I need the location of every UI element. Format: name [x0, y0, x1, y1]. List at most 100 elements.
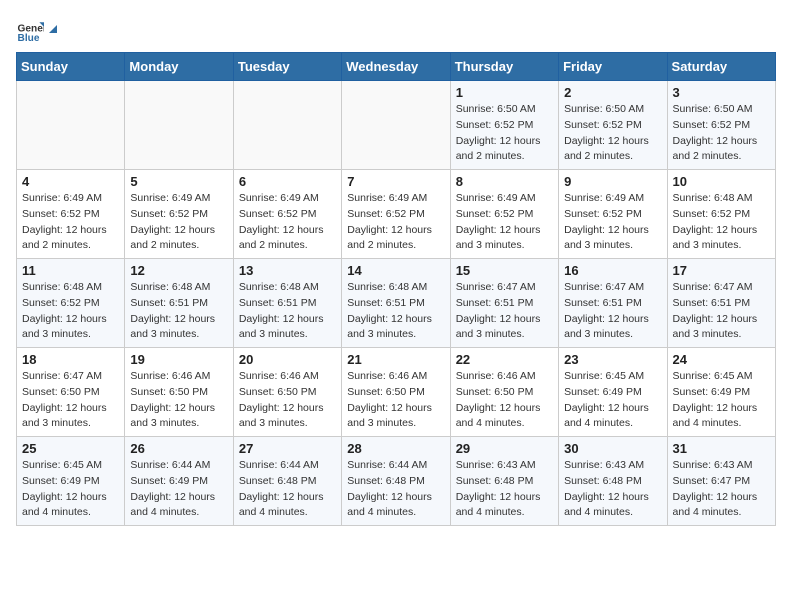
- day-detail: Sunrise: 6:46 AM Sunset: 6:50 PM Dayligh…: [239, 369, 336, 432]
- calendar-cell: [125, 81, 233, 170]
- day-number: 10: [673, 174, 770, 189]
- calendar-cell: 4 Sunrise: 6:49 AM Sunset: 6:52 PM Daylig…: [17, 170, 125, 259]
- day-detail: Sunrise: 6:45 AM Sunset: 6:49 PM Dayligh…: [22, 458, 119, 521]
- header-wednesday: Wednesday: [342, 53, 450, 81]
- header-tuesday: Tuesday: [233, 53, 341, 81]
- day-detail: Sunrise: 6:46 AM Sunset: 6:50 PM Dayligh…: [456, 369, 553, 432]
- calendar-cell: 20 Sunrise: 6:46 AM Sunset: 6:50 PM Dayli…: [233, 348, 341, 437]
- day-number: 31: [673, 441, 770, 456]
- calendar-cell: 8 Sunrise: 6:49 AM Sunset: 6:52 PM Daylig…: [450, 170, 558, 259]
- day-number: 6: [239, 174, 336, 189]
- day-number: 27: [239, 441, 336, 456]
- day-detail: Sunrise: 6:47 AM Sunset: 6:51 PM Dayligh…: [673, 280, 770, 343]
- calendar-cell: 15Sunrise: 6:47 AM Sunset: 6:51 PM Dayli…: [450, 259, 558, 348]
- day-number: 14: [347, 263, 444, 278]
- day-detail: Sunrise: 6:49 AM Sunset: 6:52 PM Dayligh…: [347, 191, 444, 254]
- calendar-cell: 11 Sunrise: 6:48 AM Sunset: 6:52 PM Dayli…: [17, 259, 125, 348]
- calendar-table: SundayMondayTuesdayWednesdayThursdayFrid…: [16, 52, 776, 526]
- page-header: General Blue: [16, 16, 776, 44]
- day-number: 19: [130, 352, 227, 367]
- day-number: 2: [564, 85, 661, 100]
- day-detail: Sunrise: 6:49 AM Sunset: 6:52 PM Dayligh…: [130, 191, 227, 254]
- calendar-week-5: 25 Sunrise: 6:45 AM Sunset: 6:49 PM Dayli…: [17, 437, 776, 526]
- day-detail: Sunrise: 6:48 AM Sunset: 6:51 PM Dayligh…: [130, 280, 227, 343]
- day-detail: Sunrise: 6:47 AM Sunset: 6:51 PM Dayligh…: [564, 280, 661, 343]
- calendar-cell: 27Sunrise: 6:44 AM Sunset: 6:48 PM Dayli…: [233, 437, 341, 526]
- calendar-cell: 31 Sunrise: 6:43 AM Sunset: 6:47 PM Dayli…: [667, 437, 775, 526]
- calendar-cell: 18Sunrise: 6:47 AM Sunset: 6:50 PM Dayli…: [17, 348, 125, 437]
- calendar-cell: 5 Sunrise: 6:49 AM Sunset: 6:52 PM Daylig…: [125, 170, 233, 259]
- day-detail: Sunrise: 6:49 AM Sunset: 6:52 PM Dayligh…: [22, 191, 119, 254]
- day-detail: Sunrise: 6:48 AM Sunset: 6:52 PM Dayligh…: [673, 191, 770, 254]
- logo-triangle: [49, 25, 57, 33]
- calendar-cell: 6 Sunrise: 6:49 AM Sunset: 6:52 PM Daylig…: [233, 170, 341, 259]
- day-detail: Sunrise: 6:45 AM Sunset: 6:49 PM Dayligh…: [673, 369, 770, 432]
- day-number: 5: [130, 174, 227, 189]
- day-detail: Sunrise: 6:47 AM Sunset: 6:50 PM Dayligh…: [22, 369, 119, 432]
- calendar-cell: 1Sunrise: 6:50 AM Sunset: 6:52 PM Daylig…: [450, 81, 558, 170]
- day-detail: Sunrise: 6:46 AM Sunset: 6:50 PM Dayligh…: [347, 369, 444, 432]
- day-number: 20: [239, 352, 336, 367]
- day-detail: Sunrise: 6:43 AM Sunset: 6:47 PM Dayligh…: [673, 458, 770, 521]
- calendar-cell: 12 Sunrise: 6:48 AM Sunset: 6:51 PM Dayli…: [125, 259, 233, 348]
- header-thursday: Thursday: [450, 53, 558, 81]
- header-sunday: Sunday: [17, 53, 125, 81]
- day-number: 9: [564, 174, 661, 189]
- day-number: 3: [673, 85, 770, 100]
- day-number: 13: [239, 263, 336, 278]
- day-number: 17: [673, 263, 770, 278]
- day-number: 23: [564, 352, 661, 367]
- day-number: 4: [22, 174, 119, 189]
- day-detail: Sunrise: 6:45 AM Sunset: 6:49 PM Dayligh…: [564, 369, 661, 432]
- calendar-week-1: 1Sunrise: 6:50 AM Sunset: 6:52 PM Daylig…: [17, 81, 776, 170]
- day-number: 25: [22, 441, 119, 456]
- day-number: 16: [564, 263, 661, 278]
- day-number: 22: [456, 352, 553, 367]
- day-detail: Sunrise: 6:48 AM Sunset: 6:52 PM Dayligh…: [22, 280, 119, 343]
- calendar-cell: 23 Sunrise: 6:45 AM Sunset: 6:49 PM Dayli…: [559, 348, 667, 437]
- day-detail: Sunrise: 6:50 AM Sunset: 6:52 PM Dayligh…: [673, 102, 770, 165]
- day-detail: Sunrise: 6:49 AM Sunset: 6:52 PM Dayligh…: [239, 191, 336, 254]
- calendar-cell: 2Sunrise: 6:50 AM Sunset: 6:52 PM Daylig…: [559, 81, 667, 170]
- day-detail: Sunrise: 6:48 AM Sunset: 6:51 PM Dayligh…: [347, 280, 444, 343]
- calendar-week-2: 4 Sunrise: 6:49 AM Sunset: 6:52 PM Daylig…: [17, 170, 776, 259]
- header-monday: Monday: [125, 53, 233, 81]
- calendar-cell: 25 Sunrise: 6:45 AM Sunset: 6:49 PM Dayli…: [17, 437, 125, 526]
- calendar-cell: 30 Sunrise: 6:43 AM Sunset: 6:48 PM Dayli…: [559, 437, 667, 526]
- calendar-cell: [233, 81, 341, 170]
- day-detail: Sunrise: 6:43 AM Sunset: 6:48 PM Dayligh…: [564, 458, 661, 521]
- calendar-cell: [17, 81, 125, 170]
- calendar-cell: 7 Sunrise: 6:49 AM Sunset: 6:52 PM Daylig…: [342, 170, 450, 259]
- day-number: 24: [673, 352, 770, 367]
- calendar-cell: 28Sunrise: 6:44 AM Sunset: 6:48 PM Dayli…: [342, 437, 450, 526]
- day-number: 11: [22, 263, 119, 278]
- calendar-cell: 13 Sunrise: 6:48 AM Sunset: 6:51 PM Dayli…: [233, 259, 341, 348]
- day-detail: Sunrise: 6:49 AM Sunset: 6:52 PM Dayligh…: [456, 191, 553, 254]
- calendar-cell: 22 Sunrise: 6:46 AM Sunset: 6:50 PM Dayli…: [450, 348, 558, 437]
- header-friday: Friday: [559, 53, 667, 81]
- calendar-cell: 16 Sunrise: 6:47 AM Sunset: 6:51 PM Dayli…: [559, 259, 667, 348]
- day-number: 28: [347, 441, 444, 456]
- header-saturday: Saturday: [667, 53, 775, 81]
- day-number: 12: [130, 263, 227, 278]
- calendar-cell: 17 Sunrise: 6:47 AM Sunset: 6:51 PM Dayli…: [667, 259, 775, 348]
- svg-text:Blue: Blue: [18, 33, 40, 44]
- day-detail: Sunrise: 6:43 AM Sunset: 6:48 PM Dayligh…: [456, 458, 553, 521]
- day-detail: Sunrise: 6:46 AM Sunset: 6:50 PM Dayligh…: [130, 369, 227, 432]
- calendar-week-3: 11 Sunrise: 6:48 AM Sunset: 6:52 PM Dayli…: [17, 259, 776, 348]
- calendar-cell: 19 Sunrise: 6:46 AM Sunset: 6:50 PM Dayli…: [125, 348, 233, 437]
- calendar-cell: 29Sunrise: 6:43 AM Sunset: 6:48 PM Dayli…: [450, 437, 558, 526]
- day-number: 30: [564, 441, 661, 456]
- logo: General Blue: [16, 16, 57, 44]
- day-detail: Sunrise: 6:44 AM Sunset: 6:49 PM Dayligh…: [130, 458, 227, 521]
- day-number: 21: [347, 352, 444, 367]
- calendar-cell: 9Sunrise: 6:49 AM Sunset: 6:52 PM Daylig…: [559, 170, 667, 259]
- calendar-cell: 24 Sunrise: 6:45 AM Sunset: 6:49 PM Dayli…: [667, 348, 775, 437]
- day-detail: Sunrise: 6:48 AM Sunset: 6:51 PM Dayligh…: [239, 280, 336, 343]
- day-number: 7: [347, 174, 444, 189]
- day-number: 8: [456, 174, 553, 189]
- day-detail: Sunrise: 6:47 AM Sunset: 6:51 PM Dayligh…: [456, 280, 553, 343]
- day-detail: Sunrise: 6:50 AM Sunset: 6:52 PM Dayligh…: [456, 102, 553, 165]
- logo-icon: General Blue: [16, 16, 44, 44]
- calendar-week-4: 18Sunrise: 6:47 AM Sunset: 6:50 PM Dayli…: [17, 348, 776, 437]
